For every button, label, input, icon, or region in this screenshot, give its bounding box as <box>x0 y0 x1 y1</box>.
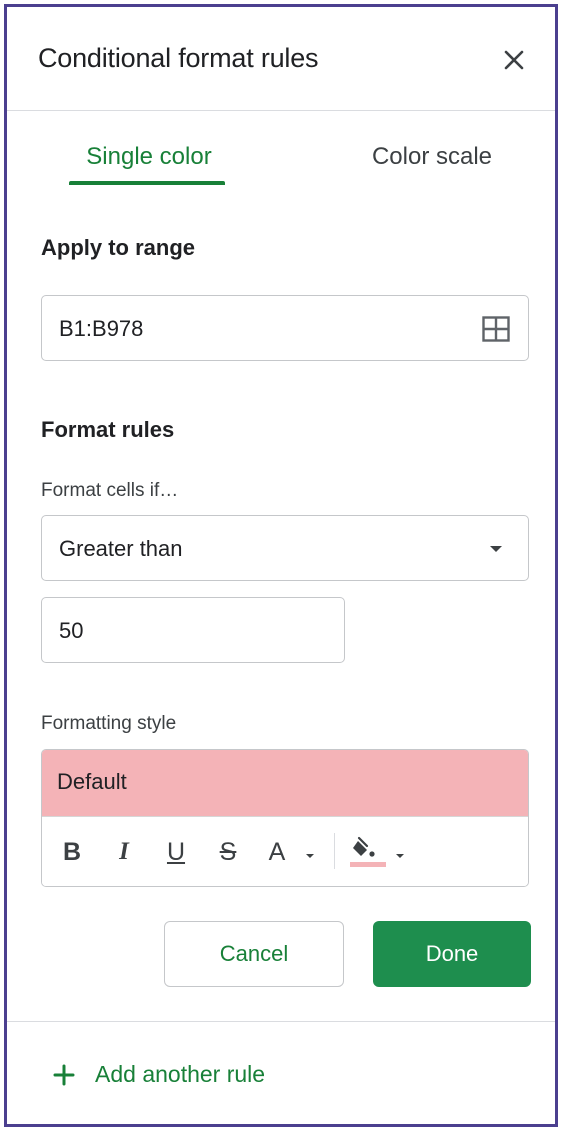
fill-color-caret-icon <box>396 854 404 858</box>
fill-color-icon[interactable] <box>346 835 390 869</box>
threshold-input[interactable]: 50 <box>41 597 345 663</box>
rule-type-tabs: Single color Color scale <box>7 125 555 195</box>
panel-title: Conditional format rules <box>38 43 319 73</box>
style-toolbar: B I U S A <box>42 816 528 886</box>
format-cells-if-label: Format cells if… <box>41 480 179 501</box>
style-preview[interactable]: Default <box>42 750 528 816</box>
toolbar-divider <box>334 833 335 869</box>
underline-button[interactable]: U <box>160 835 192 869</box>
grid-select-icon[interactable] <box>482 316 510 342</box>
formatting-style-box: Default B I U S A <box>41 749 529 887</box>
strikethrough-button[interactable]: S <box>212 835 244 869</box>
add-rule-label: Add another rule <box>95 1061 266 1087</box>
range-value: B1:B978 <box>59 316 144 341</box>
tab-color-scale[interactable]: Color scale <box>347 143 517 171</box>
condition-value: Greater than <box>59 536 183 561</box>
done-button[interactable]: Done <box>373 921 531 987</box>
cancel-button[interactable]: Cancel <box>164 921 344 987</box>
panel-header: Conditional format rules <box>7 7 555 111</box>
range-input[interactable]: B1:B978 <box>41 295 529 361</box>
apply-to-range-label: Apply to range <box>41 235 196 260</box>
active-tab-indicator <box>69 181 225 185</box>
text-color-button[interactable]: A <box>262 835 292 869</box>
plus-icon <box>53 1061 75 1086</box>
format-rules-label: Format rules <box>41 417 175 442</box>
tab-single-color[interactable]: Single color <box>69 143 229 171</box>
close-icon[interactable] <box>501 47 527 73</box>
bold-button[interactable]: B <box>56 835 88 869</box>
condition-dropdown[interactable]: Greater than <box>41 515 529 581</box>
footer-divider <box>7 1021 555 1022</box>
formatting-style-label: Formatting style <box>41 713 177 734</box>
conditional-format-panel: Conditional format rules Single color Co… <box>4 4 558 1127</box>
threshold-value: 50 <box>59 618 84 643</box>
text-color-caret-icon <box>306 854 314 858</box>
dropdown-caret-icon <box>490 546 502 552</box>
style-preview-text: Default <box>57 769 127 794</box>
italic-button[interactable]: I <box>108 835 140 869</box>
